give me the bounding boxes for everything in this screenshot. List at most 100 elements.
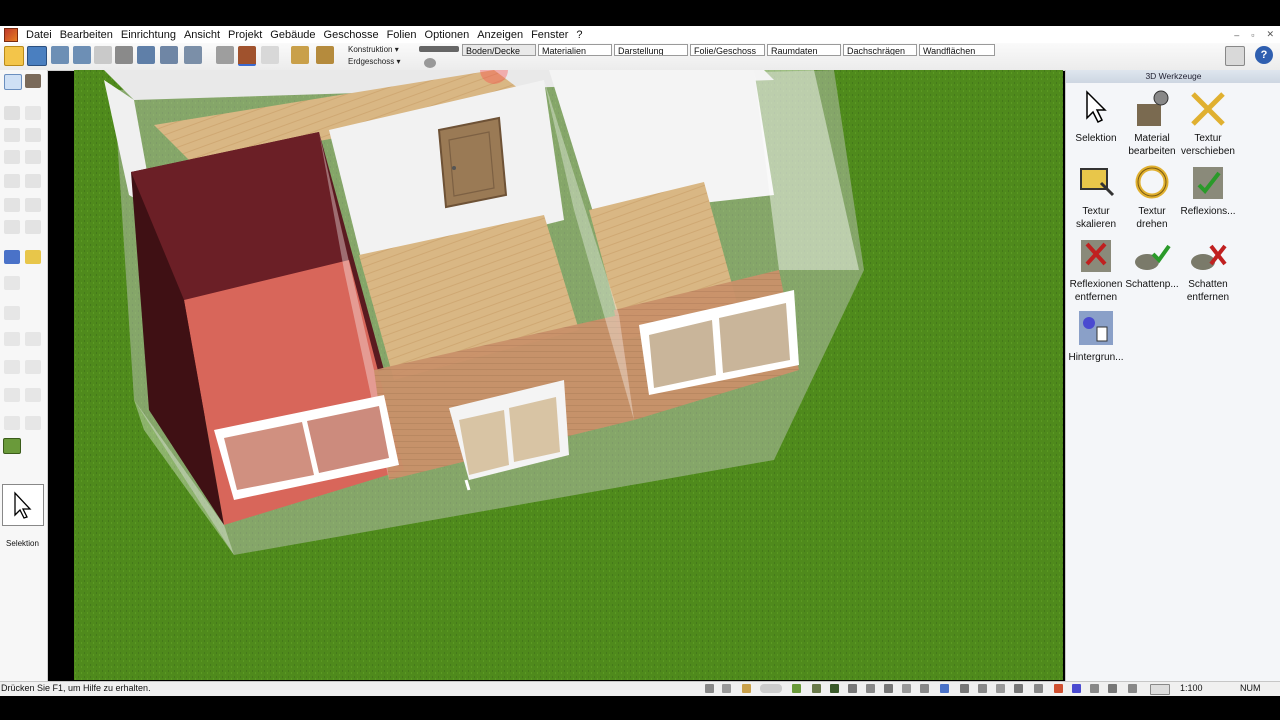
roof-icon[interactable] — [4, 150, 20, 164]
construction-dropdown[interactable]: Konstruktion ▾ — [348, 45, 399, 54]
landscape-icon[interactable] — [3, 438, 21, 454]
text-icon[interactable] — [25, 332, 41, 346]
3d-viewport[interactable] — [74, 70, 1063, 680]
library-icon[interactable] — [1225, 46, 1245, 66]
draw2-icon[interactable] — [25, 360, 41, 374]
zoom-window-icon[interactable] — [160, 46, 178, 64]
status-tool2-icon[interactable] — [920, 684, 929, 693]
menu-anzeigen[interactable]: Anzeigen — [473, 29, 527, 41]
status-grid-icon[interactable] — [722, 684, 731, 693]
roof2-icon[interactable] — [25, 150, 41, 164]
undo2-icon[interactable] — [73, 46, 91, 64]
status-tool11-icon[interactable] — [1128, 684, 1137, 693]
door-icon[interactable] — [25, 198, 41, 212]
status-toggle-icon[interactable] — [760, 684, 782, 693]
tool-d-icon[interactable] — [25, 416, 41, 430]
menu-bearbeiten[interactable]: Bearbeiten — [56, 29, 117, 41]
view-2d-icon[interactable] — [216, 46, 234, 64]
tab-materialien[interactable]: Materialien — [538, 44, 612, 56]
terrain-icon[interactable] — [4, 276, 20, 290]
status-lines-icon[interactable] — [705, 684, 714, 693]
tool-c-icon[interactable] — [4, 416, 20, 430]
measure-icon[interactable] — [291, 46, 309, 64]
menu-datei[interactable]: Datei — [22, 29, 56, 41]
tab-folie-geschoss[interactable]: Folie/Geschoss — [690, 44, 765, 56]
tool-hintergrund[interactable]: Hintergrun... — [1068, 307, 1124, 364]
tab-darstellung[interactable]: Darstellung — [614, 44, 688, 56]
menu-gebaeude[interactable]: Gebäude — [266, 29, 319, 41]
restore-button[interactable]: ▫ — [1251, 30, 1254, 40]
dimension-icon[interactable] — [4, 332, 20, 346]
active-tool-box[interactable] — [2, 484, 44, 526]
status-tool5-icon[interactable] — [996, 684, 1005, 693]
status-tool7-icon[interactable] — [1034, 684, 1043, 693]
tab-dachschraegen[interactable]: Dachschrägen — [843, 44, 917, 56]
tool-material-bearbeiten[interactable]: Material bearbeiten — [1124, 88, 1180, 158]
draw-icon[interactable] — [4, 360, 20, 374]
status-text-icon[interactable] — [1072, 684, 1081, 693]
opening2-icon[interactable] — [25, 220, 41, 234]
tool-b-icon[interactable] — [25, 388, 41, 402]
pencil-icon[interactable] — [316, 46, 334, 64]
select-arrow-icon[interactable] — [4, 74, 22, 90]
stairs-icon[interactable] — [4, 174, 20, 188]
window-icon[interactable] — [4, 198, 20, 212]
status-tool4-icon[interactable] — [978, 684, 987, 693]
status-furniture-icon[interactable] — [940, 684, 949, 693]
status-figure-icon[interactable] — [866, 684, 875, 693]
tool-reflexions[interactable]: Reflexions... — [1180, 161, 1236, 218]
column-icon[interactable] — [25, 174, 41, 188]
close-button[interactable]: ✕ — [1266, 29, 1274, 40]
status-tool6-icon[interactable] — [1014, 684, 1023, 693]
menu-help[interactable]: ? — [572, 29, 586, 41]
menu-fenster[interactable]: Fenster — [527, 29, 572, 41]
minimize-button[interactable]: – — [1234, 30, 1239, 40]
wall-icon[interactable] — [4, 106, 20, 120]
help-icon[interactable]: ? — [1255, 46, 1273, 64]
menu-geschosse[interactable]: Geschosse — [320, 29, 383, 41]
menu-einrichtung[interactable]: Einrichtung — [117, 29, 180, 41]
open-file-icon[interactable] — [4, 46, 24, 66]
furniture-icon[interactable] — [4, 250, 20, 264]
menu-optionen[interactable]: Optionen — [421, 29, 474, 41]
tool-a-icon[interactable] — [4, 388, 20, 402]
status-tool8-icon[interactable] — [1054, 684, 1063, 693]
app-icon[interactable] — [4, 27, 18, 42]
menu-projekt[interactable]: Projekt — [224, 29, 266, 41]
menu-ansicht[interactable]: Ansicht — [180, 29, 224, 41]
menu-folien[interactable]: Folien — [383, 29, 421, 41]
wall2-icon[interactable] — [25, 106, 41, 120]
floor-dropdown[interactable]: Erdgeschoss ▾ — [348, 57, 401, 66]
room2-icon[interactable] — [25, 128, 41, 142]
save-icon[interactable] — [27, 46, 47, 66]
redo-icon[interactable] — [94, 46, 112, 64]
status-layer2-icon[interactable] — [830, 684, 839, 693]
hand-icon[interactable] — [25, 74, 41, 88]
status-wall-icon[interactable] — [848, 684, 857, 693]
status-pencil-icon[interactable] — [742, 684, 751, 693]
export-icon[interactable] — [137, 46, 155, 64]
tool-textur-verschieben[interactable]: Textur verschieben — [1180, 88, 1236, 158]
tool-schatten-entfernen[interactable]: Schatten entfernen — [1180, 234, 1236, 304]
view-print-icon[interactable] — [261, 46, 279, 64]
status-layer-icon[interactable] — [812, 684, 821, 693]
status-tool3-icon[interactable] — [960, 684, 969, 693]
status-scale[interactable]: 1:100 — [1180, 683, 1203, 693]
view-3d-icon[interactable] — [238, 46, 256, 66]
tool-selektion[interactable]: Selektion — [1068, 88, 1124, 145]
status-figure2-icon[interactable] — [884, 684, 893, 693]
plan-icon[interactable] — [4, 306, 20, 320]
tab-boden-decke[interactable]: Boden/Decke — [462, 44, 536, 56]
tool-schattenp[interactable]: Schattenp... — [1124, 234, 1180, 291]
texture-icon[interactable] — [25, 250, 41, 264]
transparency-slider[interactable] — [419, 46, 459, 52]
room-icon[interactable] — [4, 128, 20, 142]
status-doc-icon[interactable] — [1150, 684, 1170, 695]
tab-wandflaechen[interactable]: Wandflächen — [919, 44, 995, 56]
status-tool9-icon[interactable] — [1090, 684, 1099, 693]
status-tool10-icon[interactable] — [1108, 684, 1117, 693]
tool-textur-drehen[interactable]: Textur drehen — [1124, 161, 1180, 231]
tab-raumdaten[interactable]: Raumdaten — [767, 44, 841, 56]
status-terrain-icon[interactable] — [792, 684, 801, 693]
opening-icon[interactable] — [4, 220, 20, 234]
